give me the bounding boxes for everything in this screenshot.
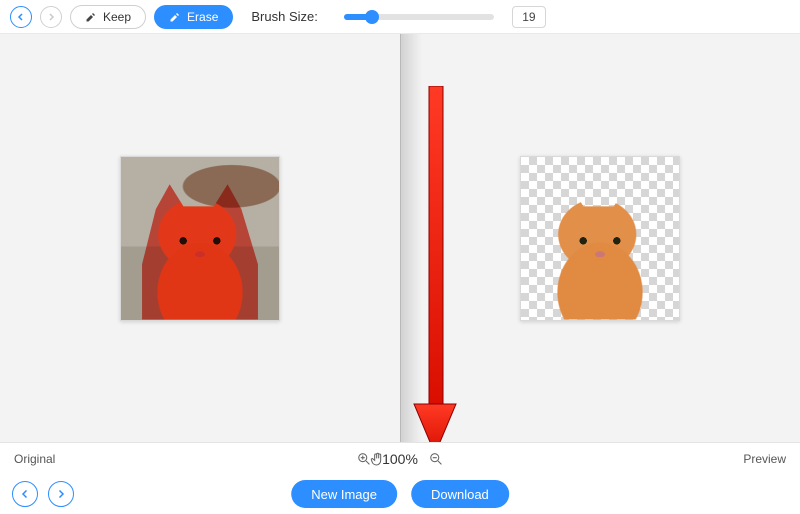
- primary-actions: New Image Download: [291, 480, 509, 508]
- zoom-controls: 100%: [356, 451, 444, 467]
- preview-image: [520, 156, 680, 321]
- brush-keep-icon: [85, 11, 97, 23]
- chevron-left-icon: [19, 488, 31, 500]
- next-image-button[interactable]: [48, 481, 74, 507]
- new-image-button[interactable]: New Image: [291, 480, 397, 508]
- zoom-in-icon: [356, 451, 372, 467]
- brush-size-label: Brush Size:: [251, 9, 317, 24]
- undo-icon: [15, 11, 27, 23]
- status-bar: Original 100% Preview: [0, 442, 800, 474]
- chevron-right-icon: [55, 488, 67, 500]
- top-toolbar: Keep Erase Brush Size: 19: [0, 0, 800, 34]
- redo-icon: [45, 11, 57, 23]
- zoom-in-button[interactable]: [356, 451, 372, 467]
- keep-tool-button[interactable]: Keep: [70, 5, 146, 29]
- brush-size-slider[interactable]: [344, 14, 494, 20]
- original-image: [120, 156, 280, 321]
- erase-tool-button[interactable]: Erase: [154, 5, 233, 29]
- zoom-out-icon: [428, 451, 444, 467]
- slider-track: [344, 14, 494, 20]
- slider-thumb[interactable]: [365, 10, 379, 24]
- preview-pane[interactable]: [400, 34, 800, 442]
- brush-size-value[interactable]: 19: [512, 6, 546, 28]
- download-button[interactable]: Download: [411, 480, 509, 508]
- zoom-level: 100%: [382, 451, 418, 467]
- workspace: [0, 34, 800, 442]
- keep-label: Keep: [103, 10, 131, 24]
- brush-erase-icon: [169, 11, 181, 23]
- preview-label: Preview: [743, 452, 786, 466]
- redo-button[interactable]: [40, 6, 62, 28]
- zoom-out-button[interactable]: [428, 451, 444, 467]
- undo-button[interactable]: [10, 6, 32, 28]
- bottom-bar: New Image Download: [0, 474, 800, 514]
- prev-image-button[interactable]: [12, 481, 38, 507]
- erase-label: Erase: [187, 10, 218, 24]
- original-pane[interactable]: [0, 34, 400, 442]
- original-label: Original: [14, 452, 55, 466]
